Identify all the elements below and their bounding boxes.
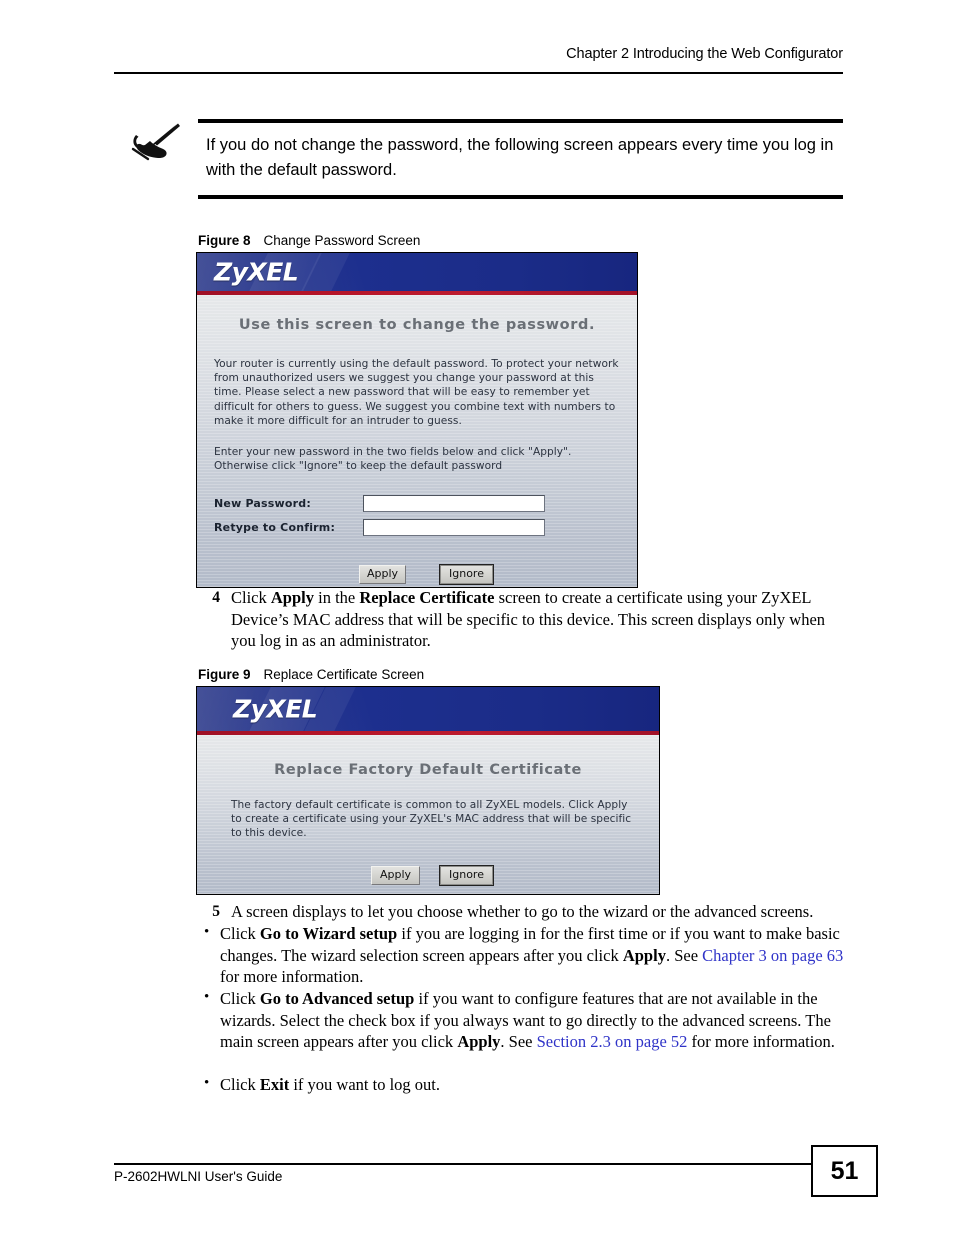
bullet-2-part-0: Click xyxy=(220,1075,260,1094)
bullet-0-part-6: for more information. xyxy=(220,967,364,986)
bullet-text: Click Go to Wizard setup if you are logg… xyxy=(220,923,846,988)
bullet-1-part-0: Click xyxy=(220,989,260,1008)
step-5: 5 A screen displays to let you choose wh… xyxy=(198,901,848,923)
note-bottom-rule xyxy=(198,195,843,199)
step-4: 4 Click Apply in the Replace Certificate… xyxy=(198,587,846,652)
zyxel-banner: ZyXEL xyxy=(197,687,659,731)
figure-9-caption: Figure 9 Replace Certificate Screen xyxy=(198,667,424,682)
step-4-part-2: in the xyxy=(313,588,360,607)
bullet-marker: • xyxy=(204,924,210,940)
bullet-1-part-1: Go to Advanced setup xyxy=(259,989,415,1008)
bullet-1-part-3: Apply xyxy=(457,1032,501,1051)
ignore-button[interactable]: Ignore xyxy=(439,864,494,886)
section-2-3-link[interactable]: Section 2.3 on page 52 xyxy=(537,1032,688,1051)
document-page: Chapter 2 Introducing the Web Configurat… xyxy=(0,0,954,1235)
note-text: If you do not change the password, the f… xyxy=(206,136,834,179)
bullet-wizard-setup: • Click Go to Wizard setup if you are lo… xyxy=(198,923,846,988)
screen-heading: Replace Factory Default Certificate xyxy=(274,762,582,778)
change-password-screen: ZyXEL Use this screen to change the pass… xyxy=(196,252,638,588)
figure-8-title: Change Password Screen xyxy=(263,233,421,248)
screen-paragraph-1: Your router is currently using the defau… xyxy=(214,358,619,427)
bullet-0-part-3: Apply xyxy=(622,945,666,965)
note-box: If you do not change the password, the f… xyxy=(198,119,843,199)
bullet-1-part-4: . See xyxy=(500,1032,537,1051)
password-form: New Password: Retype to Confirm: xyxy=(197,495,637,543)
screen-button-bar: Apply Ignore xyxy=(197,564,637,587)
screen-button-bar: Apply Ignore xyxy=(197,864,659,888)
ignore-button[interactable]: Ignore xyxy=(439,564,494,586)
step-4-part-0: Click xyxy=(231,588,271,607)
bullet-marker: • xyxy=(204,989,210,1005)
bullet-text: Click Go to Advanced setup if you want t… xyxy=(220,988,846,1053)
step-5-text: A screen displays to let you choose whet… xyxy=(231,902,814,921)
page-number: 51 xyxy=(811,1145,878,1197)
zyxel-banner: ZyXEL xyxy=(197,253,637,291)
footer-guide-name: P-2602HWLNI User's Guide xyxy=(114,1169,283,1184)
figure-9-label: Figure 9 xyxy=(198,667,251,682)
replace-certificate-screen: ZyXEL Replace Factory Default Certificat… xyxy=(196,686,660,895)
figure-8-label: Figure 8 xyxy=(198,233,251,248)
retype-password-label: Retype to Confirm: xyxy=(214,521,336,535)
footer-divider xyxy=(114,1163,843,1165)
new-password-input[interactable] xyxy=(363,495,545,513)
bullet-0-part-4: . See xyxy=(665,945,703,965)
bullet-exit: • Click Exit if you want to log out. xyxy=(198,1074,846,1096)
step-4-part-1: Apply xyxy=(270,588,314,607)
apply-button[interactable]: Apply xyxy=(371,865,420,885)
step-4-text: Click Apply in the Replace Certificate s… xyxy=(231,587,846,652)
bullet-0-part-0: Click xyxy=(220,924,260,943)
chapter-3-link[interactable]: Chapter 3 on page 63 xyxy=(702,946,843,965)
header-divider xyxy=(114,72,843,74)
screen-body: Use this screen to change the password. … xyxy=(197,295,637,586)
bullet-0-part-1: Go to Wizard setup xyxy=(259,924,398,943)
step-4-part-3: Replace Certificate xyxy=(359,588,495,607)
new-password-label: New Password: xyxy=(214,497,311,511)
bullet-2-part-2: if you want to log out. xyxy=(289,1075,440,1094)
step-4-number: 4 xyxy=(212,589,220,606)
apply-button[interactable]: Apply xyxy=(359,565,406,585)
screen-body: Replace Factory Default Certificate The … xyxy=(197,735,659,893)
screen-content: Replace Factory Default Certificate The … xyxy=(197,735,659,888)
step-5-number: 5 xyxy=(212,903,220,920)
figure-8-caption: Figure 8 Change Password Screen xyxy=(198,233,420,248)
zyxel-logo: ZyXEL xyxy=(214,257,299,287)
retype-password-input[interactable] xyxy=(363,519,545,537)
bullet-text: Click Exit if you want to log out. xyxy=(220,1074,846,1096)
bullet-2-part-1: Exit xyxy=(259,1075,290,1094)
note-pen-hand-icon xyxy=(131,123,180,161)
running-header: Chapter 2 Introducing the Web Configurat… xyxy=(566,46,843,62)
bullet-1-part-6: for more information. xyxy=(687,1032,835,1051)
figure-9-title: Replace Certificate Screen xyxy=(263,667,425,682)
screen-heading: Use this screen to change the password. xyxy=(238,317,596,333)
screen-paragraph-1: The factory default certificate is commo… xyxy=(231,799,632,840)
screen-content: Use this screen to change the password. … xyxy=(197,295,637,587)
bullet-marker: • xyxy=(204,1075,210,1091)
screen-paragraph-2: Enter your new password in the two field… xyxy=(214,446,572,473)
bullet-advanced-setup: • Click Go to Advanced setup if you want… xyxy=(198,988,846,1053)
zyxel-logo: ZyXEL xyxy=(233,694,318,724)
